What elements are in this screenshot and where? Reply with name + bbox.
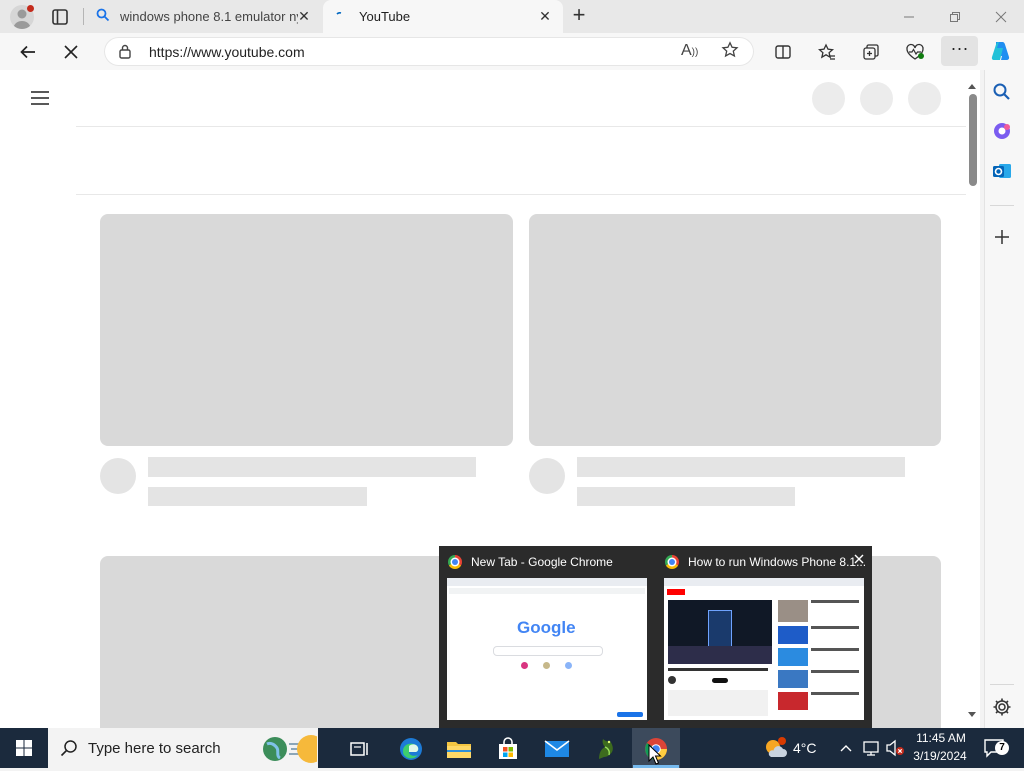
clock-time[interactable]: 11:45 AM [913,731,969,745]
read-aloud-icon[interactable]: A)) [681,42,698,60]
store-icon[interactable] [484,728,532,768]
back-arrow-icon[interactable] [13,36,43,66]
meta-placeholder [148,487,367,506]
settings-icon[interactable] [992,697,1012,717]
collections-icon[interactable] [856,36,886,66]
weather-icon[interactable] [762,735,788,761]
dragon-app-icon[interactable] [582,728,630,768]
copilot-icon[interactable] [989,39,1013,63]
preview-item-new-tab[interactable]: New Tab - Google Chrome Google [439,546,655,728]
windows-start-icon[interactable] [0,728,48,768]
volume-muted-icon[interactable] [885,739,905,757]
outlook-icon[interactable] [992,161,1012,181]
taskbar-search-box[interactable]: Type here to search [48,728,325,768]
clock-date[interactable]: 3/19/2024 [909,749,971,763]
address-bar[interactable]: https://www.youtube.com A)) [104,37,754,66]
google-search-box [493,646,603,656]
close-tab-icon[interactable]: ✕ [537,8,553,24]
notification-badge: 7 [995,741,1009,755]
preview-thumbnail: Google [447,578,647,720]
close-tab-icon[interactable]: ✕ [296,8,312,24]
video-player-thumbnail [668,600,772,664]
header-divider [76,126,966,127]
restore-button[interactable] [932,0,978,33]
title-placeholder [577,457,905,477]
tab-youtube[interactable]: YouTube ✕ [323,0,563,33]
tab-actions-icon[interactable] [50,7,70,27]
lock-icon[interactable] [118,44,132,62]
loading-spinner-icon [335,11,345,22]
google-logo: Google [517,618,576,637]
preview-item-youtube-video[interactable]: How to run Windows Phone 8.1... [656,546,872,728]
scroll-down-arrow-icon[interactable] [967,707,977,717]
scrollbar-thumb[interactable] [969,94,977,186]
file-explorer-icon[interactable] [435,728,483,768]
video-thumbnail-placeholder [529,214,941,446]
scroll-up-arrow-icon[interactable] [967,78,977,89]
meta-placeholder [577,487,795,506]
header-placeholder-circle [908,82,941,115]
star-icon[interactable] [721,41,739,62]
favorites-icon[interactable] [812,36,842,66]
copilot-app-icon[interactable] [992,121,1012,141]
search-icon [96,8,112,25]
network-icon[interactable] [862,739,880,757]
preview-title: New Tab - Google Chrome [471,555,613,569]
header-placeholder-circle [812,82,845,115]
header-placeholder-circle [860,82,893,115]
tab-title: YouTube [359,9,411,24]
chevron-up-icon[interactable] [839,741,853,755]
mail-icon[interactable] [533,728,581,768]
stop-loading-icon[interactable] [56,36,86,66]
weather-temp[interactable]: 4°C [793,740,817,756]
sidebar-divider [990,205,1014,206]
notification-dot [27,5,34,12]
chrome-icon [448,555,462,569]
search-icon [60,739,78,760]
tab-title: windows phone 8.1 emulator nyc [120,9,298,24]
preview-thumbnail [664,578,864,720]
chips-divider [76,194,966,195]
mouse-cursor-icon [648,743,662,766]
title-placeholder [148,457,476,477]
close-window-button[interactable] [978,0,1024,33]
video-thumbnail-placeholder [100,214,513,446]
channel-avatar-placeholder [100,458,136,494]
preview-close-icon[interactable] [852,552,866,566]
edge-icon[interactable] [387,728,435,768]
more-icon[interactable]: ··· [941,36,978,66]
hamburger-menu-icon[interactable] [30,89,50,107]
performance-icon[interactable] [900,36,930,66]
new-tab-button[interactable]: + [566,4,592,28]
channel-avatar-placeholder [529,458,565,494]
url-text[interactable]: https://www.youtube.com [149,44,305,60]
add-icon[interactable] [993,228,1011,246]
search-highlight-image-icon [261,734,325,764]
taskbar-thumbnail-preview: New Tab - Google Chrome Google How to ru… [439,546,872,728]
split-screen-icon[interactable] [768,36,798,66]
tab-windows-phone-search[interactable]: windows phone 8.1 emulator nyc ✕ [84,0,322,33]
search-icon[interactable] [992,82,1012,102]
minimize-button[interactable] [886,0,932,33]
task-view-icon[interactable] [336,728,384,768]
preview-title: How to run Windows Phone 8.1... [688,555,867,569]
search-placeholder: Type here to search [88,740,221,757]
sidebar-divider [990,684,1014,685]
chrome-icon [665,555,679,569]
